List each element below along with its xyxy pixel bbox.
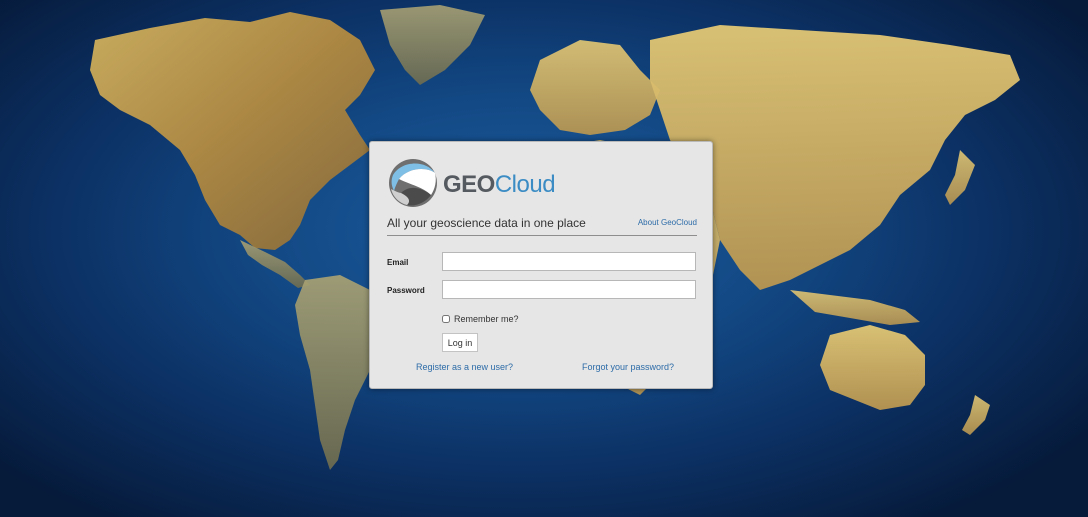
globe-swirl-logo-icon <box>389 159 437 207</box>
email-label: Email <box>387 258 409 267</box>
password-label: Password <box>387 286 425 295</box>
indonesia-landmass <box>790 290 920 325</box>
new-zealand-landmass <box>962 395 990 435</box>
tagline-row: All your geoscience data in one place Ab… <box>387 215 697 236</box>
forgot-password-link[interactable]: Forgot your password? <box>582 362 674 372</box>
remember-me-label: Remember me? <box>454 314 519 324</box>
north-america-landmass <box>90 12 375 250</box>
register-link[interactable]: Register as a new user? <box>416 362 513 372</box>
logo-geo-text: GEO <box>443 171 495 198</box>
password-input[interactable] <box>442 280 696 299</box>
logo-wordmark: GEOCloud <box>443 171 556 198</box>
logo-cloud-text: Cloud <box>494 171 556 198</box>
login-button[interactable]: Log in <box>442 333 478 352</box>
greenland-landmass <box>380 5 485 85</box>
tagline: All your geoscience data in one place <box>387 216 586 230</box>
australia-landmass <box>820 325 925 410</box>
login-panel: GEOCloud All your geoscience data in one… <box>369 141 713 389</box>
email-input[interactable] <box>442 252 696 271</box>
remember-me-checkbox[interactable] <box>442 315 450 323</box>
geocloud-logo: GEOCloud <box>387 157 567 209</box>
about-geocloud-link[interactable]: About GeoCloud <box>638 218 697 227</box>
europe-landmass <box>530 40 660 135</box>
japan-landmass <box>945 150 975 205</box>
remember-me-row[interactable]: Remember me? <box>442 314 519 324</box>
